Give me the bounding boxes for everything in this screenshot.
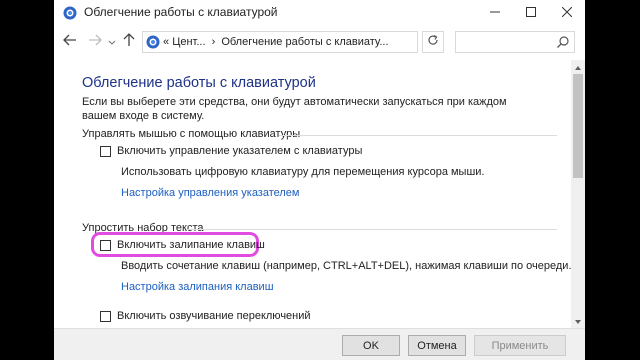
mouse-keys-option[interactable]: Включить управление указателем с клавиат… [100, 144, 362, 158]
close-icon [561, 4, 573, 22]
window-title: Облегчение работы с клавиатурой [84, 5, 278, 19]
apply-button[interactable]: Применить [474, 335, 566, 356]
control-panel-icon [63, 6, 77, 20]
sticky-keys-checkbox[interactable] [100, 239, 111, 251]
section-divider [279, 135, 557, 136]
sticky-keys-label[interactable]: Включить залипание клавиш [117, 239, 265, 251]
sticky-keys-settings-link[interactable]: Настройка залипания клавиш [121, 281, 274, 293]
arrow-right-icon [88, 33, 102, 51]
toggle-keys-checkbox[interactable] [100, 310, 111, 322]
arrow-left-icon [63, 33, 77, 51]
refresh-icon [427, 33, 439, 51]
forward-button[interactable] [86, 33, 104, 51]
minimize-icon [490, 4, 500, 22]
mouse-keys-label[interactable]: Включить управление указателем с клавиат… [117, 145, 362, 157]
minimize-button[interactable] [477, 0, 513, 26]
breadcrumb-current[interactable]: Облегчение работы с клавиату... [221, 36, 388, 48]
mouse-keys-settings-link[interactable]: Настройка управления указателем [121, 187, 300, 199]
sticky-keys-description: Вводить сочетание клавиш (например, CTRL… [121, 260, 572, 272]
chevron-down-icon [108, 33, 116, 51]
scroll-down-button[interactable] [571, 314, 585, 328]
breadcrumb-history[interactable]: « [163, 36, 169, 48]
up-button[interactable] [120, 32, 138, 52]
scroll-up-button[interactable] [571, 60, 585, 74]
breadcrumb: « Цент... › Облегчение работы с клавиату… [163, 36, 389, 48]
search-input[interactable] [455, 31, 575, 53]
mouse-keys-checkbox[interactable] [100, 145, 111, 157]
section-header-mouse-keys: Управлять мышью с помощью клавиатуры [82, 128, 301, 140]
back-button[interactable] [61, 33, 79, 51]
arrow-up-icon [123, 32, 135, 52]
intro-text: Если вы выберете эти средства, они будут… [82, 96, 507, 122]
breadcrumb-separator: › [211, 36, 216, 48]
control-panel-window: Облегчение работы с клавиатурой « Цент..… [54, 0, 585, 360]
breadcrumb-root[interactable]: Цент... [172, 36, 205, 48]
ok-button[interactable]: OK [342, 335, 400, 356]
section-divider [186, 229, 557, 230]
toggle-keys-option[interactable]: Включить озвучивание переключений [100, 309, 311, 323]
vertical-scrollbar[interactable] [571, 60, 585, 328]
scroll-thumb[interactable] [573, 74, 583, 178]
control-panel-icon [146, 35, 160, 49]
recent-locations-button[interactable] [106, 33, 118, 51]
mouse-keys-description: Использовать цифровую клавиатуру для пер… [121, 166, 485, 178]
page-title: Облегчение работы с клавиатурой [82, 75, 316, 91]
close-button[interactable] [549, 0, 585, 26]
refresh-button[interactable] [422, 31, 444, 53]
navigation-bar: « Цент... › Облегчение работы с клавиату… [54, 27, 585, 57]
dialog-footer: OK Отмена Применить [54, 328, 585, 360]
search-icon [556, 35, 570, 49]
toggle-keys-label[interactable]: Включить озвучивание переключений [117, 310, 311, 322]
cancel-button[interactable]: Отмена [408, 335, 466, 356]
maximize-icon [526, 4, 536, 22]
maximize-button[interactable] [513, 0, 549, 26]
title-bar: Облегчение работы с клавиатурой [54, 0, 585, 26]
main-content: Облегчение работы с клавиатурой Если вы … [54, 60, 572, 328]
address-bar[interactable]: « Цент... › Облегчение работы с клавиату… [142, 31, 464, 53]
sticky-keys-option[interactable]: Включить залипание клавиш [100, 238, 265, 252]
